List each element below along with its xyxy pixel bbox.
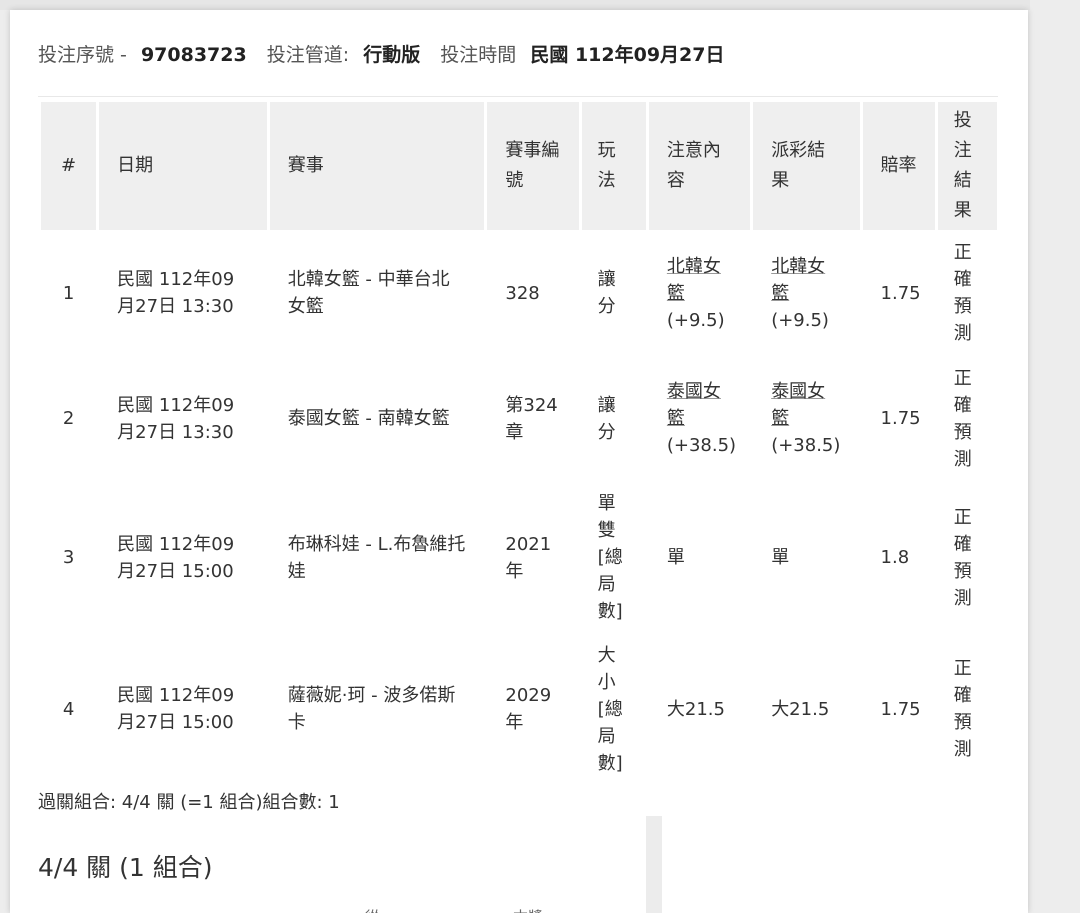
result-team: 單 xyxy=(771,547,790,568)
row-payout-result: 泰國女籃 (+38.5) xyxy=(753,356,859,481)
row-index: 2 xyxy=(62,408,75,429)
column-divider xyxy=(646,816,662,913)
row-pick: 北韓女籃 (+9.5) xyxy=(649,230,750,356)
col-header-pick: 注意內容 xyxy=(648,102,751,230)
pick-team: 北韓女籃 xyxy=(666,255,721,304)
row-bet-result: 正確預測 xyxy=(953,242,972,344)
row-match: 布琳科娃 - L.布魯維托娃 xyxy=(287,533,466,582)
row-play: 讓分 xyxy=(597,394,616,443)
row-odds: 1.75 xyxy=(880,282,921,304)
row-play: 單雙[總局數] xyxy=(597,493,623,622)
pick-team: 大21.5 xyxy=(666,698,725,720)
col-header-match: 賽事 xyxy=(269,102,485,230)
row-play: 讓分 xyxy=(597,269,616,317)
bet-detail-card: 投注序號 - 97083723 投注管道: 行動版 投注時間 民國 112年09… xyxy=(10,10,1028,913)
result-line: (+38.5) xyxy=(771,435,841,456)
pick-line: (+9.5) xyxy=(666,309,725,331)
col-header-date: 日期 xyxy=(99,102,267,230)
row-index: 3 xyxy=(62,547,75,568)
row-payout-result: 大21.5 xyxy=(753,634,859,784)
header-divider xyxy=(38,96,998,97)
table-row: 1 民國 112年09月27日 13:30 北韓女籃 - 中華台北女籃 328 … xyxy=(41,230,997,356)
row-index: 1 xyxy=(62,282,75,304)
cut-off-header-text: 從 xyxy=(365,906,380,913)
time-label: 投注時間 xyxy=(440,44,517,66)
row-match-no: 2021年 xyxy=(505,533,552,582)
table-row: 4 民國 112年09月27日 15:00 薩薇妮·珂 - 波多偌斯卡 2029… xyxy=(41,634,997,784)
row-payout-result: 北韓女籃 (+9.5) xyxy=(753,230,859,356)
row-pick: 泰國女籃 (+38.5) xyxy=(649,356,750,481)
row-bet-result: 正確預測 xyxy=(953,506,972,609)
row-pick: 大21.5 xyxy=(649,634,750,784)
result-team: 大21.5 xyxy=(771,698,830,720)
time-value: 民國 112年09月27日 xyxy=(530,44,725,66)
row-date: 民國 112年09月27日 15:00 xyxy=(117,685,235,733)
table-row: 2 民國 112年09月27日 13:30 泰國女籃 - 南韓女籃 第324章 … xyxy=(41,356,997,481)
serial-label: 投注序號 - xyxy=(38,44,127,66)
serial-value: 97083723 xyxy=(140,44,247,66)
row-date: 民國 112年09月27日 13:30 xyxy=(117,394,235,443)
combo-section-title: 4/4 關 (1 組合) xyxy=(38,853,213,882)
row-odds: 1.75 xyxy=(880,698,921,720)
row-payout-result: 單 xyxy=(753,481,859,634)
result-line: (+9.5) xyxy=(771,309,829,331)
table-row: 3 民國 112年09月27日 15:00 布琳科娃 - L.布魯維托娃 202… xyxy=(41,481,997,634)
row-date: 民國 112年09月27日 13:30 xyxy=(117,269,235,317)
result-team: 泰國女籃 xyxy=(771,381,826,429)
row-match-no: 2029年 xyxy=(505,685,552,733)
col-header-match-no: 賽事編號 xyxy=(487,102,579,230)
page-gutter xyxy=(1030,0,1080,913)
cut-off-header-text: 本獎 xyxy=(513,906,543,913)
col-header-index: # xyxy=(41,102,97,230)
row-bet-result: 正確預測 xyxy=(953,367,972,470)
row-match: 薩薇妮·珂 - 波多偌斯卡 xyxy=(287,685,456,733)
pick-team: 單 xyxy=(666,547,685,568)
parlay-summary: 過關組合: 4/4 關 (=1 組合)組合數: 1 xyxy=(38,792,340,813)
bets-table: # 日期 賽事 賽事編號 玩法 注意內容 派彩結果 賠率 投注結果 1 民國 1… xyxy=(38,102,1000,784)
row-play: 大小[總局數] xyxy=(597,644,623,774)
row-pick: 單 xyxy=(649,481,750,634)
row-match: 泰國女籃 - 南韓女籃 xyxy=(287,408,450,429)
col-header-play: 玩法 xyxy=(581,102,646,230)
result-team: 北韓女籃 xyxy=(771,255,826,304)
top-strip xyxy=(0,0,1030,10)
row-match-no: 328 xyxy=(505,282,540,304)
row-match-no: 第324章 xyxy=(505,394,558,443)
row-index: 4 xyxy=(62,698,75,720)
col-header-odds: 賠率 xyxy=(862,102,935,230)
row-date: 民國 112年09月27日 15:00 xyxy=(117,533,235,582)
col-header-bet-result: 投注結果 xyxy=(937,102,997,230)
table-header-row: # 日期 賽事 賽事編號 玩法 注意內容 派彩結果 賠率 投注結果 xyxy=(41,102,997,230)
pick-line: (+38.5) xyxy=(666,435,737,456)
row-match: 北韓女籃 - 中華台北女籃 xyxy=(287,269,450,317)
channel-label: 投注管道: xyxy=(266,44,350,66)
row-odds: 1.8 xyxy=(880,547,910,568)
row-bet-result: 正確預測 xyxy=(953,658,972,760)
pick-team: 泰國女籃 xyxy=(666,381,721,429)
row-odds: 1.75 xyxy=(880,408,921,429)
bet-info-header: 投注序號 - 97083723 投注管道: 行動版 投注時間 民國 112年09… xyxy=(38,40,998,67)
channel-value: 行動版 xyxy=(363,44,421,66)
col-header-payout-result: 派彩結果 xyxy=(753,102,860,230)
